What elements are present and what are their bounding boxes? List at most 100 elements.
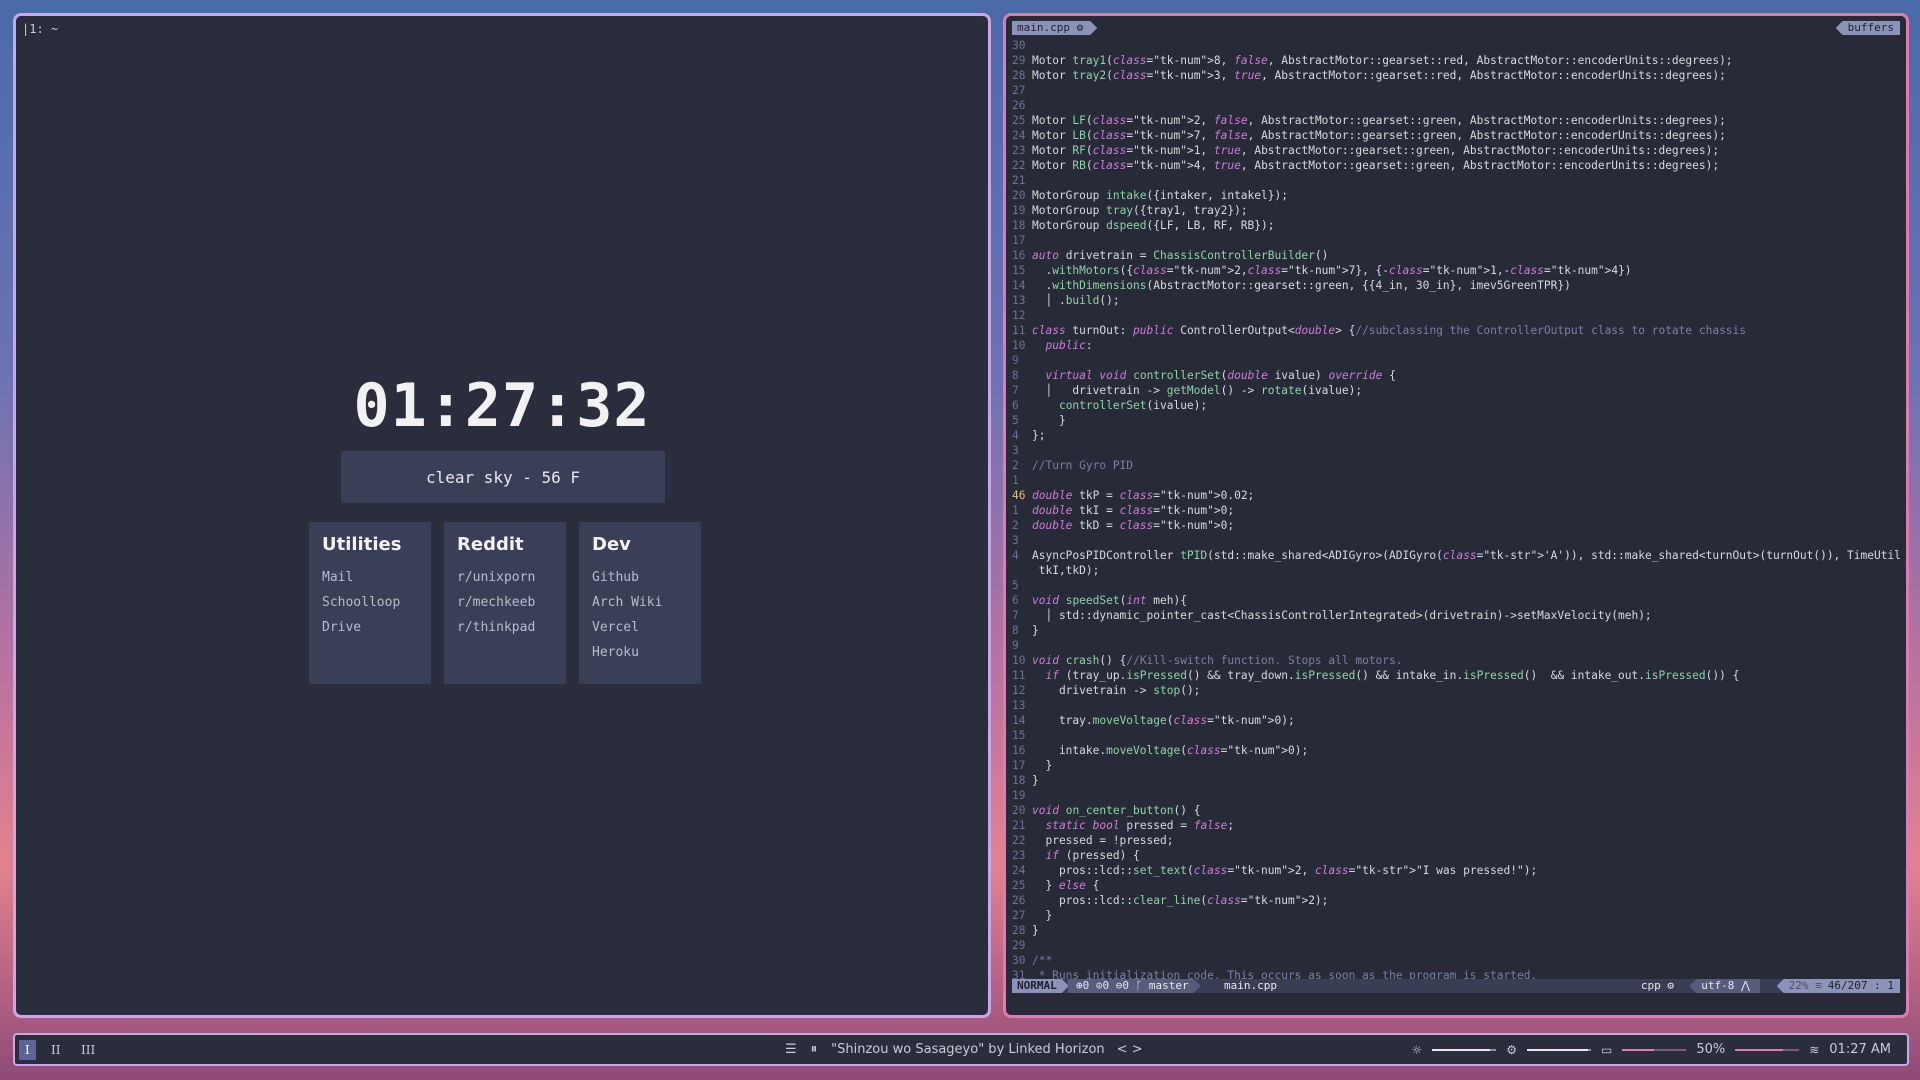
- line-text: [1032, 38, 1902, 53]
- code-line[interactable]: 7 │ drivetrain -> getModel() -> rotate(i…: [1012, 383, 1902, 398]
- status-bar: I II III ☰ ⏸ "Shinzou wo Sasageyo" by Link…: [13, 1033, 1909, 1066]
- code-line[interactable]: 25 Motor LF(class="tk-num">2, false, Abst…: [1012, 113, 1902, 128]
- code-line[interactable]: 29 Motor tray1(class="tk-num">8, false, A…: [1012, 53, 1902, 68]
- link-github[interactable]: Github: [592, 565, 688, 590]
- code-line[interactable]: 19: [1012, 788, 1902, 803]
- code-line[interactable]: 2 double tkD = class="tk-num">0;: [1012, 518, 1902, 533]
- code-line[interactable]: 23 Motor RF(class="tk-num">1, true, Abstr…: [1012, 143, 1902, 158]
- line-number: 22: [1012, 159, 1026, 172]
- code-line[interactable]: 17 }: [1012, 758, 1902, 773]
- code-line[interactable]: 23 if (pressed) {: [1012, 848, 1902, 863]
- code-line[interactable]: 14 tray.moveVoltage(class="tk-num">0);: [1012, 713, 1902, 728]
- workspace-1[interactable]: I: [19, 1040, 36, 1060]
- track-nav[interactable]: < >: [1117, 1042, 1143, 1057]
- code-line[interactable]: 11 if (tray_up.isPressed() && tray_down.…: [1012, 668, 1902, 683]
- line-number: 12: [1012, 684, 1026, 697]
- code-line[interactable]: 16 intake.moveVoltage(class="tk-num">0);: [1012, 743, 1902, 758]
- line-number: 1: [1012, 504, 1019, 517]
- code-line[interactable]: 15: [1012, 728, 1902, 743]
- code-line[interactable]: 6 controllerSet(ivalue);: [1012, 398, 1902, 413]
- code-line[interactable]: 1: [1012, 473, 1902, 488]
- line-text: │ .build();: [1032, 294, 1120, 307]
- code-line[interactable]: 30: [1012, 38, 1902, 53]
- code-line[interactable]: 19 MotorGroup tray({tray1, tray2});: [1012, 203, 1902, 218]
- code-line[interactable]: 46 double tkP = class="tk-num">0.02;: [1012, 488, 1902, 503]
- code-line[interactable]: 18 MotorGroup dspeed({LF, LB, RF, RB});: [1012, 218, 1902, 233]
- code-line[interactable]: 13: [1012, 698, 1902, 713]
- code-area[interactable]: 30 29 Motor tray1(class="tk-num">8, false,…: [1012, 38, 1902, 993]
- code-line[interactable]: 15 .withMotors({class="tk-num">2,class="…: [1012, 263, 1902, 278]
- code-line[interactable]: 3: [1012, 533, 1902, 548]
- link-mechkeeb[interactable]: r/mechkeeb: [457, 590, 553, 615]
- code-line[interactable]: 11 class turnOut: public ControllerOutput…: [1012, 323, 1902, 338]
- code-line[interactable]: 18}: [1012, 773, 1902, 788]
- code-line[interactable]: 24 pros::lcd::set_text(class="tk-num">2,…: [1012, 863, 1902, 878]
- gear-icon[interactable]: ⚙: [1506, 1043, 1517, 1057]
- link-thinkpad[interactable]: r/thinkpad: [457, 615, 553, 640]
- code-line[interactable]: 29: [1012, 938, 1902, 953]
- code-line[interactable]: 5: [1012, 578, 1902, 593]
- code-line[interactable]: 5 }: [1012, 413, 1902, 428]
- code-line[interactable]: 10 void crash() {//Kill-switch function. …: [1012, 653, 1902, 668]
- code-line[interactable]: 9: [1012, 638, 1902, 653]
- code-line[interactable]: 4 AsyncPosPIDController tPID(std::make_sh…: [1012, 548, 1902, 563]
- code-line[interactable]: 1 double tkI = class="tk-num">0;: [1012, 503, 1902, 518]
- line-text: [1032, 473, 1902, 488]
- code-line[interactable]: 8}: [1012, 623, 1902, 638]
- link-arch-wiki[interactable]: Arch Wiki: [592, 590, 688, 615]
- link-mail[interactable]: Mail: [322, 565, 418, 590]
- brightness-slider[interactable]: [1432, 1048, 1497, 1051]
- list-icon[interactable]: ☰: [785, 1042, 797, 1057]
- code-line[interactable]: 4};: [1012, 428, 1902, 443]
- code-line[interactable]: 22 pressed = !pressed;: [1012, 833, 1902, 848]
- code-line[interactable]: 3: [1012, 443, 1902, 458]
- line-text: [1032, 173, 1902, 188]
- pause-icon[interactable]: ⏸: [811, 1042, 818, 1057]
- wifi-icon[interactable]: ≋: [1809, 1043, 1819, 1057]
- line-text: void speedSet(int meh){: [1032, 594, 1187, 607]
- line-text: [1032, 98, 1902, 113]
- code-line[interactable]: 20 MotorGroup intake({intaker, intakel});: [1012, 188, 1902, 203]
- code-line[interactable]: 28 Motor tray2(class="tk-num">3, true, Ab…: [1012, 68, 1902, 83]
- card-dev: Dev Github Arch Wiki Vercel Heroku: [579, 522, 701, 684]
- code-line[interactable]: 26: [1012, 98, 1902, 113]
- code-line[interactable]: 16 auto drivetrain = ChassisControllerBui…: [1012, 248, 1902, 263]
- code-line[interactable]: 21 static bool pressed = false;: [1012, 818, 1902, 833]
- code-line[interactable]: 13 │ .build();: [1012, 293, 1902, 308]
- line-number: 17: [1012, 234, 1026, 247]
- code-line[interactable]: 22 Motor RB(class="tk-num">4, true, Abstr…: [1012, 158, 1902, 173]
- line-text: //Turn Gyro PID: [1032, 459, 1134, 472]
- workspace-3[interactable]: III: [75, 1040, 101, 1060]
- code-line[interactable]: 7 │ std::dynamic_pointer_cast<ChassisCon…: [1012, 608, 1902, 623]
- code-line[interactable]: 25 } else {: [1012, 878, 1902, 893]
- tab-main-cpp[interactable]: main.cpp ⚙: [1012, 21, 1097, 35]
- link-unixporn[interactable]: r/unixporn: [457, 565, 553, 590]
- code-line[interactable]: 10 public:: [1012, 338, 1902, 353]
- code-line[interactable]: 27: [1012, 83, 1902, 98]
- code-line[interactable]: 17: [1012, 233, 1902, 248]
- code-line[interactable]: 8 virtual void controllerSet(double ival…: [1012, 368, 1902, 383]
- code-line[interactable]: 9: [1012, 353, 1902, 368]
- code-line[interactable]: 26 pros::lcd::clear_line(class="tk-num">…: [1012, 893, 1902, 908]
- buffers-label[interactable]: buffers: [1835, 21, 1900, 35]
- code-line[interactable]: 20 void on_center_button() {: [1012, 803, 1902, 818]
- link-schoolloop[interactable]: Schoolloop: [322, 590, 418, 615]
- code-line[interactable]: 24 Motor LB(class="tk-num">7, false, Abst…: [1012, 128, 1902, 143]
- code-line[interactable]: 12 drivetrain -> stop();: [1012, 683, 1902, 698]
- code-line[interactable]: 30 /**: [1012, 953, 1902, 968]
- code-line[interactable]: 12: [1012, 308, 1902, 323]
- line-text: [1032, 728, 1902, 743]
- code-line[interactable]: 27 }: [1012, 908, 1902, 923]
- volume-slider[interactable]: [1526, 1048, 1591, 1051]
- code-line[interactable]: tkI,tkD);: [1012, 563, 1902, 578]
- workspace-2[interactable]: II: [45, 1040, 66, 1060]
- link-drive[interactable]: Drive: [322, 615, 418, 640]
- code-line[interactable]: 6 void speedSet(int meh){: [1012, 593, 1902, 608]
- code-line[interactable]: 2 //Turn Gyro PID: [1012, 458, 1902, 473]
- link-vercel[interactable]: Vercel: [592, 615, 688, 640]
- link-heroku[interactable]: Heroku: [592, 640, 688, 665]
- line-number: 16: [1012, 249, 1026, 262]
- code-line[interactable]: 14 .withDimensions(AbstractMotor::gearse…: [1012, 278, 1902, 293]
- code-line[interactable]: 28}: [1012, 923, 1902, 938]
- code-line[interactable]: 21: [1012, 173, 1902, 188]
